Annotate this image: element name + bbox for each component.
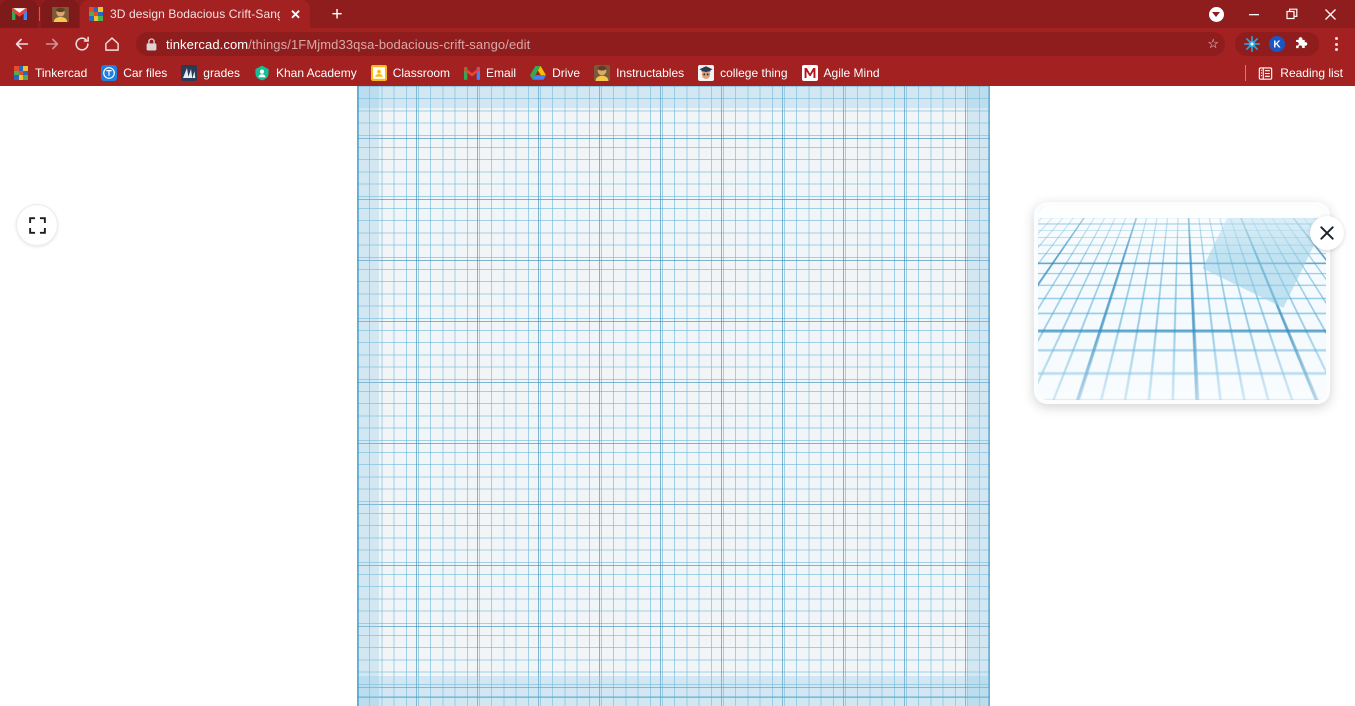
bookmark-grades[interactable]: grades (174, 63, 247, 83)
lock-icon (146, 37, 157, 50)
bookmark-star-icon[interactable]: ☆ (1207, 36, 1219, 52)
grades-favicon (181, 65, 198, 81)
address-bar-url: tinkercad.com/things/1FMjmd33qsa-bodacio… (166, 37, 530, 52)
svg-text:K: K (1273, 40, 1281, 51)
reload-button[interactable] (68, 30, 96, 58)
bookmark-label: Car files (123, 66, 168, 80)
address-bar[interactable]: tinkercad.com/things/1FMjmd33qsa-bodacio… (136, 32, 1225, 56)
workplane-tint-top (357, 86, 990, 108)
college-favicon (698, 65, 715, 81)
preview-close-button[interactable] (1310, 216, 1344, 250)
tinkercad-favicon (13, 65, 29, 81)
bookmark-label: Instructables (616, 66, 685, 80)
close-icon (1320, 226, 1334, 240)
maximize-window-button[interactable] (1273, 0, 1311, 28)
home-button[interactable] (98, 30, 126, 58)
bookmark-car-files[interactable]: Car files (94, 63, 174, 83)
bookmark-instructables[interactable]: Instructables (587, 63, 691, 83)
bookmark-email[interactable]: Email (457, 63, 523, 83)
workplane-edge-left (357, 86, 359, 706)
tab-profile[interactable] (41, 0, 79, 28)
bookmark-label: Email (486, 66, 517, 80)
tab-close-icon[interactable]: ✕ (287, 6, 304, 23)
sunburst-extension-icon[interactable] (1244, 36, 1260, 52)
bookmark-classroom[interactable]: Classroom (364, 63, 457, 83)
back-button[interactable] (8, 30, 36, 58)
bookmarks-bar: Tinkercad Car files grades Khan Academy … (0, 60, 1355, 86)
navigation-toolbar: tinkercad.com/things/1FMjmd33qsa-bodacio… (0, 28, 1355, 60)
fullscreen-expand-icon (28, 216, 46, 234)
url-domain: tinkercad.com (166, 36, 249, 52)
tab-title: 3D design Bodacious Crift-Sango (110, 7, 281, 21)
bookmark-label: Tinkercad (35, 66, 88, 80)
google-classroom-favicon (370, 65, 387, 81)
download-indicator-icon[interactable] (1197, 0, 1235, 28)
grid-major-lines (357, 86, 990, 706)
google-drive-favicon (530, 65, 547, 81)
tab-separator (39, 7, 40, 21)
browser-chrome: 3D design Bodacious Crift-Sango ✕ + tink… (0, 0, 1355, 86)
reading-list-button[interactable]: Reading list (1239, 63, 1349, 83)
url-path: /things/1FMjmd33qsa-bodacious-crift-sang… (248, 36, 531, 52)
bookmark-khan-academy[interactable]: Khan Academy (247, 63, 364, 83)
preview-fade-overlay (1038, 206, 1326, 400)
khan-academy-favicon (254, 65, 270, 81)
reading-list-icon (1257, 65, 1273, 81)
sketch-workplane-grid[interactable] (357, 86, 990, 706)
chrome-menu-icon[interactable] (1325, 31, 1347, 57)
new-tab-button[interactable]: + (326, 4, 348, 26)
tab-strip: 3D design Bodacious Crift-Sango ✕ + (0, 0, 1355, 28)
workplane-3d-preview[interactable] (1034, 202, 1344, 404)
window-controls (1197, 0, 1349, 28)
extensions-pill: K (1235, 32, 1319, 56)
fullscreen-button[interactable] (16, 204, 58, 246)
agile-mind-favicon (801, 65, 818, 81)
bookmarks-divider (1245, 65, 1247, 81)
tinkercad-sketch-editor: Clear Done (0, 86, 1355, 706)
preview-viewport (1038, 206, 1326, 400)
bookmark-label: college thing (720, 66, 788, 80)
bookmark-agile-mind[interactable]: Agile Mind (795, 63, 887, 83)
workplane-tint-bottom (357, 676, 990, 706)
puzzle-extensions-icon[interactable] (1294, 36, 1310, 52)
avatar-icon (51, 6, 69, 22)
kami-extension-icon[interactable]: K (1269, 36, 1285, 52)
gmail-favicon (464, 65, 481, 81)
bookmark-label: Khan Academy (275, 66, 357, 80)
tab-gmail[interactable] (0, 0, 38, 28)
forward-button[interactable] (38, 30, 66, 58)
bookmark-label: Drive (552, 66, 581, 80)
workplane-tint-left (357, 86, 379, 706)
tinkercad-circle-favicon (101, 65, 118, 81)
bookmark-label: Classroom (392, 66, 451, 80)
workplane-tint-right (968, 86, 990, 706)
bookmark-label: grades (203, 66, 240, 80)
gmail-icon (11, 8, 27, 20)
workplane-edge-right (988, 86, 990, 706)
reading-list-label: Reading list (1280, 66, 1343, 80)
bookmark-tinkercad[interactable]: Tinkercad (6, 63, 94, 83)
instructables-favicon (594, 65, 611, 81)
tab-tinkercad-active[interactable]: 3D design Bodacious Crift-Sango ✕ (80, 0, 310, 28)
minimize-window-button[interactable] (1235, 0, 1273, 28)
bookmark-label: Agile Mind (823, 66, 880, 80)
close-window-button[interactable] (1311, 0, 1349, 28)
bookmark-college-thing[interactable]: college thing (691, 63, 794, 83)
tinkercad-icon (89, 7, 103, 21)
bookmark-drive[interactable]: Drive (523, 63, 587, 83)
